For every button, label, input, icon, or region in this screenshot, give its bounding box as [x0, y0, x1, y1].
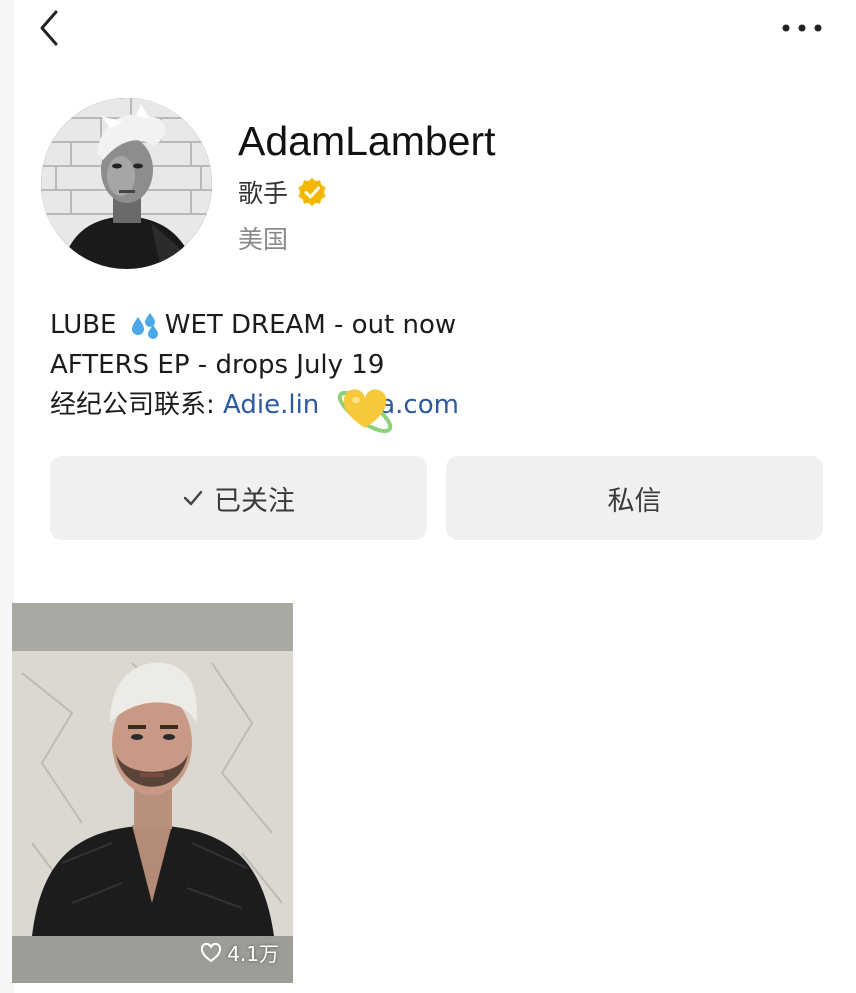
following-label: 已关注: [214, 485, 295, 517]
post-photo: [12, 603, 293, 983]
message-button[interactable]: 私信: [446, 456, 823, 540]
following-button[interactable]: 已关注: [50, 456, 427, 540]
email-start: Adie.lin: [223, 390, 320, 420]
likes-count: 4.1万: [200, 938, 279, 967]
post-thumbnail[interactable]: 4.1万: [12, 603, 293, 983]
role-row: 歌手: [238, 174, 328, 210]
avatar[interactable]: [41, 98, 212, 269]
chevron-left-icon: [40, 10, 58, 46]
bio-line-1-end: WET DREAM - out now: [164, 310, 457, 340]
likes-value: 4.1万: [227, 942, 279, 966]
heart-planet-sticker-icon: [337, 389, 393, 434]
more-options-button[interactable]: [778, 18, 826, 38]
heart-icon: [201, 942, 222, 962]
agency-contact-label: 经纪公司联系:: [50, 390, 224, 420]
back-button[interactable]: [30, 6, 70, 50]
sweat-droplets-icon: [131, 313, 158, 339]
bio-line-1: LUBE WET DREAM - out now: [50, 305, 459, 345]
check-icon: [183, 490, 203, 506]
bio-line-1-start: LUBE: [50, 310, 125, 340]
more-dots-icon: [782, 24, 822, 32]
message-label: 私信: [607, 485, 662, 517]
profile-name: AdamLambert: [238, 118, 496, 164]
profile-role: 歌手: [238, 179, 289, 208]
verified-badge-icon: [298, 178, 326, 206]
profile-location: 美国: [238, 225, 289, 254]
